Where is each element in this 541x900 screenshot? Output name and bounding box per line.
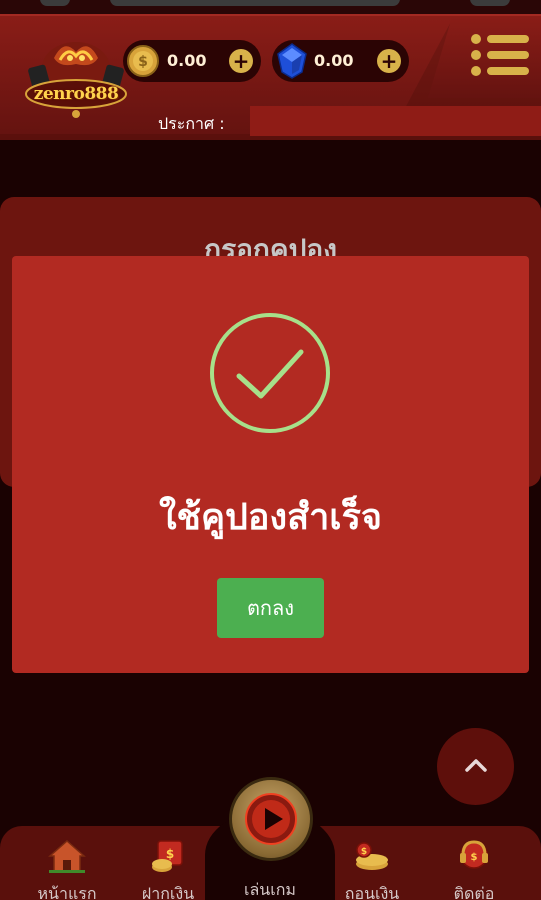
chevron-up-icon — [465, 759, 487, 772]
svg-text:$: $ — [471, 852, 478, 863]
svg-text:$: $ — [138, 54, 148, 70]
top-pill — [40, 0, 70, 6]
nav-label-deposit: ฝากเงิน — [141, 884, 195, 900]
nav-item-home[interactable]: หน้าแรก — [17, 836, 117, 900]
gem-icon — [277, 43, 307, 79]
home-icon — [48, 839, 86, 873]
nav-label-play[interactable]: เล่นเกม — [220, 878, 320, 900]
modal-message: ใช้คูปองสำเร็จ — [158, 497, 383, 538]
deposit-icon: $ — [152, 840, 183, 872]
nav-label-withdraw: ถอนเงิน — [344, 884, 400, 900]
svg-text:$: $ — [361, 847, 367, 857]
scroll-to-top-button[interactable] — [437, 728, 514, 805]
menu-icon-row — [471, 66, 529, 76]
nav-item-deposit[interactable]: $ ฝากเงิน — [118, 836, 218, 900]
nav-item-withdraw[interactable]: $ ถอนเงิน — [322, 836, 422, 900]
site-logo[interactable]: zenro888 — [24, 38, 128, 120]
menu-icon-row — [471, 50, 529, 60]
logo-text: zenro888 — [33, 84, 119, 104]
play-icon — [245, 793, 297, 845]
ok-button[interactable]: ตกลง — [217, 578, 324, 638]
announcement-ticker — [250, 106, 541, 136]
menu-button[interactable] — [471, 30, 529, 80]
top-pill — [470, 0, 510, 6]
top-strip — [0, 0, 541, 14]
announcement-label: ประกาศ : — [158, 114, 225, 133]
check-circle-icon — [210, 313, 330, 433]
nav-label-home: หน้าแรก — [37, 884, 97, 900]
coin-balance-value: 0.00 — [167, 51, 207, 70]
top-pill — [110, 0, 400, 6]
gem-balance-value: 0.00 — [314, 51, 354, 70]
contact-icon: $ — [460, 840, 488, 869]
add-coin-button[interactable]: + — [229, 49, 253, 73]
menu-icon — [471, 34, 529, 44]
coin-icon: $ — [127, 45, 159, 77]
success-modal: ใช้คูปองสำเร็จ ตกลง — [12, 256, 529, 673]
dragon-logo-icon — [25, 42, 127, 118]
svg-text:$: $ — [166, 847, 174, 861]
gem-balance: 0.00 + — [272, 40, 409, 82]
play-game-button[interactable] — [229, 777, 313, 861]
nav-item-contact[interactable]: $ ติดต่อ — [424, 836, 524, 900]
withdraw-icon: $ — [356, 842, 388, 870]
add-gem-button[interactable]: + — [377, 49, 401, 73]
coin-balance: $ 0.00 + — [123, 40, 261, 82]
nav-label-contact: ติดต่อ — [453, 884, 495, 900]
